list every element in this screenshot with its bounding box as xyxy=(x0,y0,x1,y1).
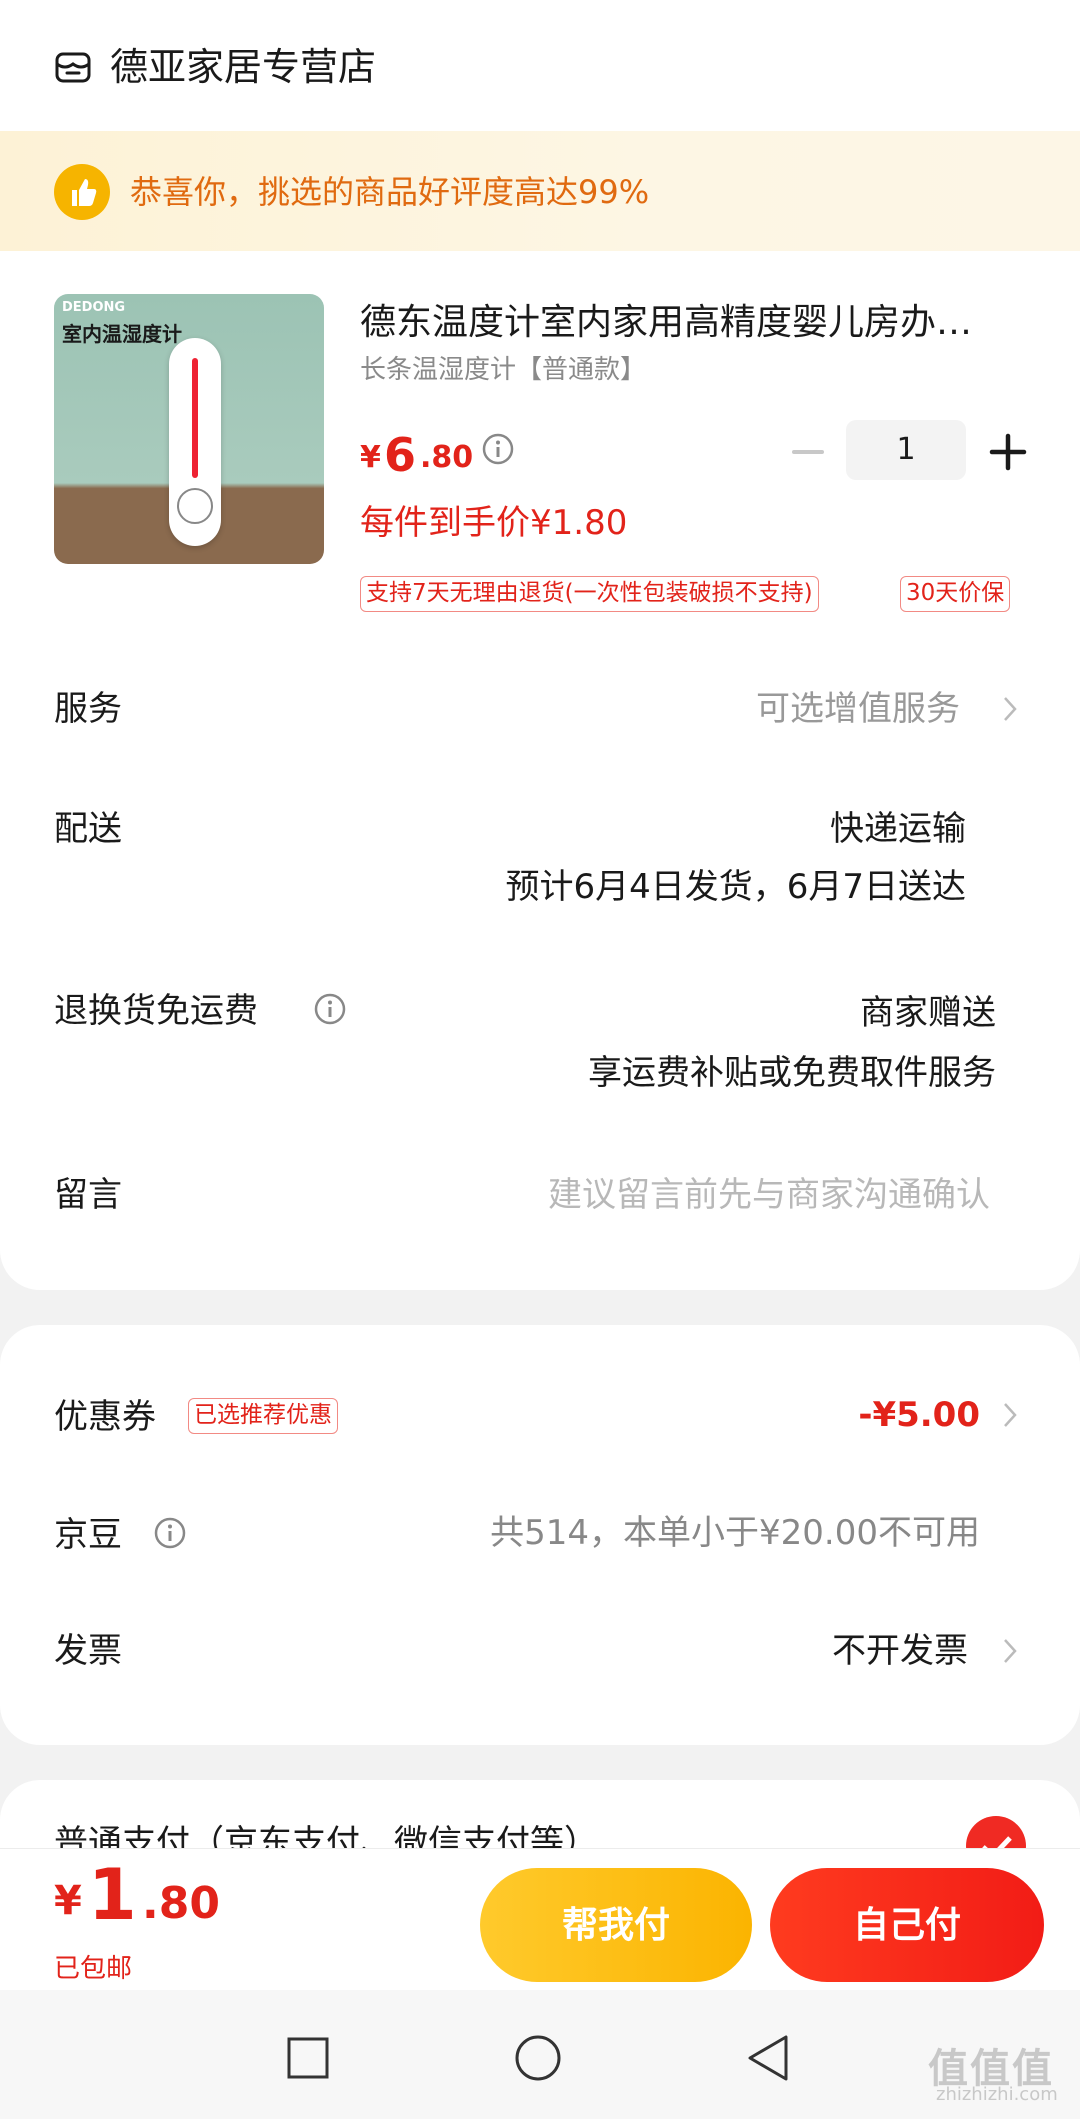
free-shipping-label: 已包邮 xyxy=(54,1954,133,1984)
coupon-label: 优惠券 xyxy=(54,1397,156,1437)
quantity-plus-button[interactable] xyxy=(986,430,1030,474)
product-image-brand: DEDONG xyxy=(62,300,126,315)
help-pay-button[interactable]: 帮我付 xyxy=(480,1868,752,1982)
store-name[interactable]: 德亚家居专营店 xyxy=(110,40,376,94)
coupon-value[interactable]: -¥5.00 xyxy=(858,1390,980,1440)
product-image-caption: 室内温湿度计 xyxy=(62,322,182,346)
product-image[interactable]: DEDONG 室内温湿度计 xyxy=(54,294,324,564)
praise-banner-text: 恭喜你，挑选的商品好评度高达99% xyxy=(130,173,650,211)
total-symbol: ¥ xyxy=(54,1878,82,1924)
coupon-chevron-icon[interactable] xyxy=(1000,1398,1020,1432)
total-decimal: .80 xyxy=(142,1878,220,1929)
thermometer-graphic xyxy=(169,338,221,546)
return-shipping-label: 退换货免运费 xyxy=(54,991,258,1031)
total-integer: 1 xyxy=(88,1854,137,1936)
invoice-chevron-icon[interactable] xyxy=(1000,1634,1020,1668)
home-icon[interactable] xyxy=(514,2034,562,2082)
return-policy-tag: 支持7天无理由退货(一次性包装破损不支持) xyxy=(360,576,819,612)
coupon-badge: 已选推荐优惠 xyxy=(188,1398,338,1434)
invoice-label: 发票 xyxy=(54,1631,122,1671)
price-integer: 6 xyxy=(384,428,417,482)
price-decimal: .80 xyxy=(420,440,474,475)
return-shipping-value: 商家赠送 xyxy=(860,993,996,1033)
service-chevron-icon[interactable] xyxy=(1000,692,1020,726)
quantity-minus-button[interactable] xyxy=(786,430,830,474)
price-symbol: ¥ xyxy=(360,440,381,475)
jingdou-value: 共514，本单小于¥20.00不可用 xyxy=(490,1513,980,1553)
product-spec[interactable]: 长条温湿度计【普通款】 xyxy=(360,350,646,390)
price-protect-tag: 30天价保 xyxy=(900,576,1011,612)
return-shipping-info-icon[interactable] xyxy=(313,992,347,1026)
product-title[interactable]: 德东温度计室内家用高精度婴儿房办… xyxy=(360,297,1030,349)
store-icon xyxy=(55,52,91,83)
delivery-label: 配送 xyxy=(54,809,122,849)
jingdou-label: 京豆 xyxy=(54,1515,122,1555)
unit-price: 每件到手价¥1.80 xyxy=(360,503,628,543)
service-value[interactable]: 可选增值服务 xyxy=(756,684,960,734)
price-info-icon[interactable] xyxy=(481,432,515,466)
message-label: 留言 xyxy=(54,1175,122,1215)
return-shipping-desc: 享运费补贴或免费取件服务 xyxy=(588,1053,996,1093)
quantity-input[interactable]: 1 xyxy=(846,420,966,480)
thumbs-up-icon xyxy=(54,164,110,220)
recent-apps-icon[interactable] xyxy=(286,2036,330,2080)
service-label: 服务 xyxy=(54,689,122,729)
jingdou-info-icon[interactable] xyxy=(153,1516,187,1550)
back-icon[interactable] xyxy=(746,2034,790,2082)
invoice-value[interactable]: 不开发票 xyxy=(832,1626,968,1676)
message-input[interactable]: 建议留言前先与商家沟通确认 xyxy=(548,1170,990,1220)
watermark-url: zhizhizhi.com xyxy=(936,2084,1058,2105)
self-pay-button[interactable]: 自己付 xyxy=(770,1868,1044,1982)
delivery-method[interactable]: 快递运输 xyxy=(830,804,966,854)
delivery-estimate[interactable]: 预计6月4日发货，6月7日送达 xyxy=(505,862,966,912)
